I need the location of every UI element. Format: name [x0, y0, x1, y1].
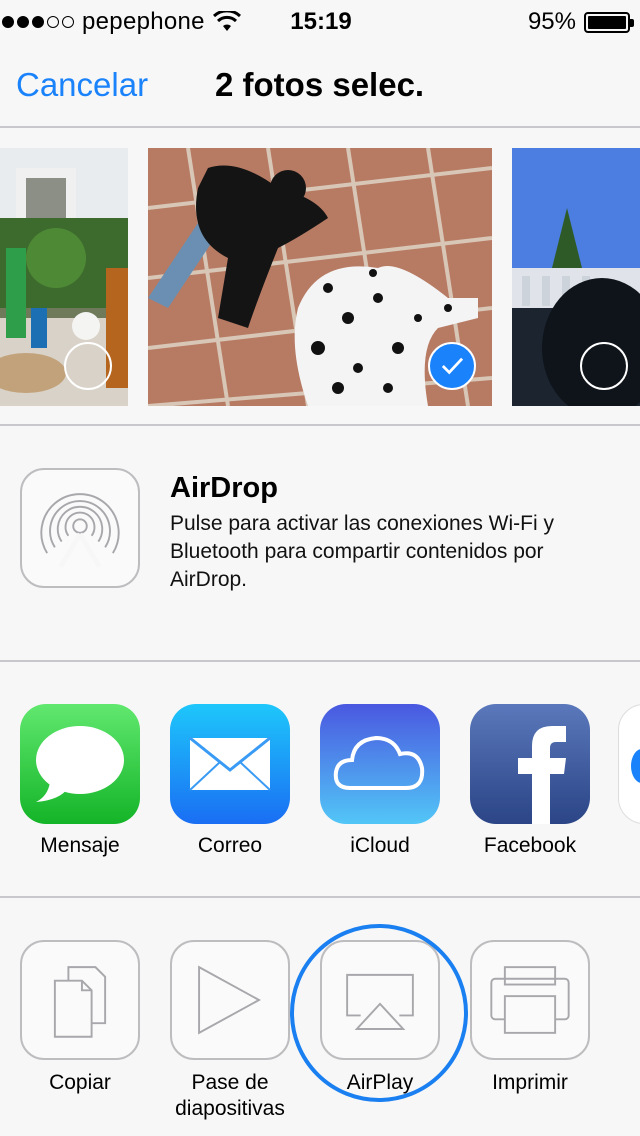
airdrop-title: AirDrop: [170, 472, 278, 504]
share-mail-label: Correo: [197, 834, 263, 857]
airplay-button[interactable]: AirPlay: [310, 940, 450, 1096]
airdrop-icon: [40, 493, 120, 568]
battery-percent: 95%: [527, 8, 576, 35]
status-bar: pepephone 15:19 95%: [0, 0, 640, 42]
slideshow-icon: [170, 940, 290, 1060]
battery-icon: [584, 11, 634, 33]
messages-icon: [20, 704, 140, 824]
cancel-button[interactable]: Cancelar: [16, 66, 148, 104]
icloud-icon: [320, 704, 440, 824]
airdrop-description: Pulse para activar las conexiones Wi-Fi …: [170, 512, 554, 591]
facebook-icon: [470, 704, 590, 824]
navigation-bar: Cancelar 2 fotos selec.: [0, 42, 640, 128]
share-more-app-button[interactable]: [618, 704, 640, 824]
selection-check-icon[interactable]: [428, 342, 476, 390]
page-title: 2 fotos selec.: [215, 66, 425, 103]
slideshow-button[interactable]: Pase de diapositivas: [160, 940, 300, 1122]
mail-icon: [170, 704, 290, 824]
share-messages-label: Mensaje: [40, 834, 120, 857]
share-facebook-label: Facebook: [483, 834, 577, 857]
copy-label: Copiar: [49, 1071, 111, 1094]
photo-thumbnail[interactable]: [512, 148, 640, 406]
share-icloud-button[interactable]: iCloud: [310, 704, 450, 858]
print-icon: [470, 940, 590, 1060]
airplay-label: AirPlay: [346, 1071, 414, 1094]
airplay-icon: [320, 940, 440, 1060]
share-icloud-label: iCloud: [350, 834, 410, 857]
photo-strip[interactable]: [0, 128, 640, 426]
share-actions-row[interactable]: Copiar Pase de diapositivas AirPlay Impr…: [0, 898, 640, 1136]
share-messages-button[interactable]: Mensaje: [10, 704, 150, 858]
copy-icon: [20, 940, 140, 1060]
battery-area: 95%: [527, 8, 634, 36]
share-facebook-button[interactable]: Facebook: [460, 704, 600, 858]
selection-check-icon[interactable]: [64, 342, 112, 390]
share-mail-button[interactable]: Correo: [160, 704, 300, 858]
airdrop-button[interactable]: [20, 468, 140, 588]
selection-check-icon[interactable]: [580, 342, 628, 390]
slideshow-label: Pase de diapositivas: [175, 1071, 285, 1120]
photo-thumbnail[interactable]: [0, 148, 128, 406]
copy-button[interactable]: Copiar: [10, 940, 150, 1096]
print-label: Imprimir: [492, 1071, 568, 1094]
print-button[interactable]: Imprimir: [460, 940, 600, 1096]
airdrop-section[interactable]: AirDrop Pulse para activar las conexione…: [0, 426, 640, 662]
photo-thumbnail[interactable]: [148, 148, 492, 406]
share-apps-row[interactable]: Mensaje Correo iCloud Facebook: [0, 662, 640, 898]
